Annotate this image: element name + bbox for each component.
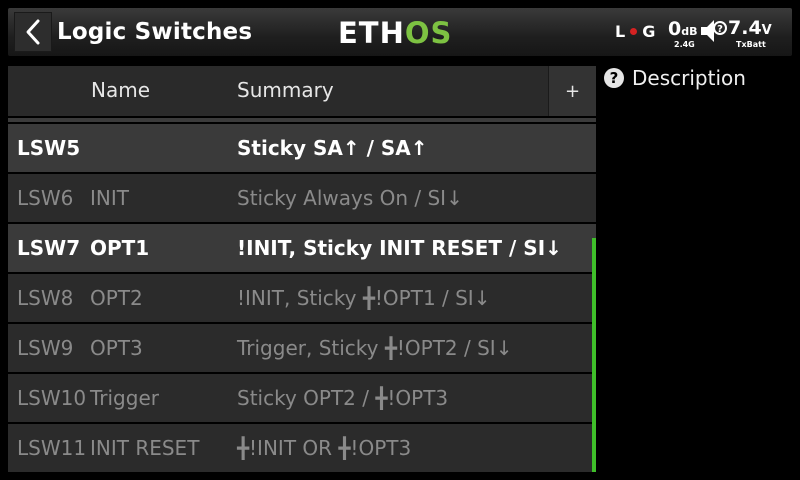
switch-summary: Sticky OPT2 / ╋!OPT3 xyxy=(237,386,449,410)
switch-id: LSW6 xyxy=(17,186,74,210)
page-title: Logic Switches xyxy=(57,19,253,45)
switch-id: LSW5 xyxy=(17,136,81,160)
table-row[interactable]: LSW9 OPT3 Trigger, Sticky ╋!OPT2 / SI↓ xyxy=(8,324,596,372)
switch-name: INIT RESET xyxy=(90,436,200,460)
top-bar: Logic Switches ETHOS L G 0dB 2.4G ? 7.4V… xyxy=(0,0,800,64)
svg-text:?: ? xyxy=(717,24,723,35)
switch-name: INIT xyxy=(90,186,129,210)
column-header-summary: Summary xyxy=(237,78,334,102)
tx-battery-voltage: 7.4V xyxy=(728,17,772,39)
switch-id: LSW8 xyxy=(17,286,74,310)
table-row[interactable]: LSW10 Trigger Sticky OPT2 / ╋!OPT3 xyxy=(8,374,596,422)
help-icon: ? xyxy=(604,68,624,88)
add-button[interactable]: + xyxy=(548,66,596,116)
description-button[interactable]: ? Description xyxy=(604,66,746,90)
ethos-logo: ETHOS xyxy=(338,16,453,50)
switch-name: OPT2 xyxy=(90,286,143,310)
switch-summary: !INIT, Sticky INIT RESET / SI↓ xyxy=(237,236,562,260)
chevron-left-icon xyxy=(26,19,40,45)
switch-summary: !INIT, Sticky ╋!OPT1 / SI↓ xyxy=(237,286,491,310)
switch-summary: Trigger, Sticky ╋!OPT2 / SI↓ xyxy=(237,336,513,360)
rssi-value: 0dB xyxy=(668,18,698,40)
switch-id: LSW10 xyxy=(17,386,87,410)
back-button[interactable] xyxy=(14,12,52,52)
table-body: LSW5 Sticky SA↑ / SA↑ LSW6 INIT Sticky Alway… xyxy=(8,124,596,474)
switch-id: LSW9 xyxy=(17,336,74,360)
table-row[interactable]: LSW8 OPT2 !INIT, Sticky ╋!OPT1 / SI↓ xyxy=(8,274,596,322)
table-row[interactable]: LSW11 INIT RESET ╋!INIT OR ╋!OPT3 xyxy=(8,424,596,472)
switch-summary: Sticky Always On / SI↓ xyxy=(237,186,463,210)
switch-name: OPT1 xyxy=(90,236,150,260)
logic-switch-table: Name Summary + LSW5 Sticky SA↑ / SA↑ LSW6 I… xyxy=(8,66,596,472)
receiver-link-indicator: L G xyxy=(615,22,656,41)
table-row[interactable]: LSW5 Sticky SA↑ / SA↑ xyxy=(8,124,596,172)
table-row[interactable]: LSW7 OPT1 !INIT, Sticky INIT RESET / SI↓ xyxy=(8,224,596,272)
switch-summary: ╋!INIT OR ╋!OPT3 xyxy=(237,436,412,460)
tx-battery-label: TxBatt xyxy=(736,40,766,49)
switch-id: LSW7 xyxy=(17,236,81,260)
switch-name: Trigger xyxy=(90,386,159,410)
switch-id: LSW11 xyxy=(17,436,87,460)
speaker-icon[interactable]: ? xyxy=(698,16,728,50)
rssi-band: 2.4G xyxy=(674,40,695,49)
switch-name: OPT3 xyxy=(90,336,143,360)
table-row[interactable]: LSW6 INIT Sticky Always On / SI↓ xyxy=(8,174,596,222)
table-header: Name Summary + xyxy=(8,66,596,116)
switch-summary: Sticky SA↑ / SA↑ xyxy=(237,136,428,160)
table-row-partial[interactable] xyxy=(8,118,596,122)
link-status-dot xyxy=(630,28,638,35)
scrollbar[interactable] xyxy=(592,238,596,472)
column-header-name: Name xyxy=(91,78,151,102)
description-label: Description xyxy=(632,66,746,90)
